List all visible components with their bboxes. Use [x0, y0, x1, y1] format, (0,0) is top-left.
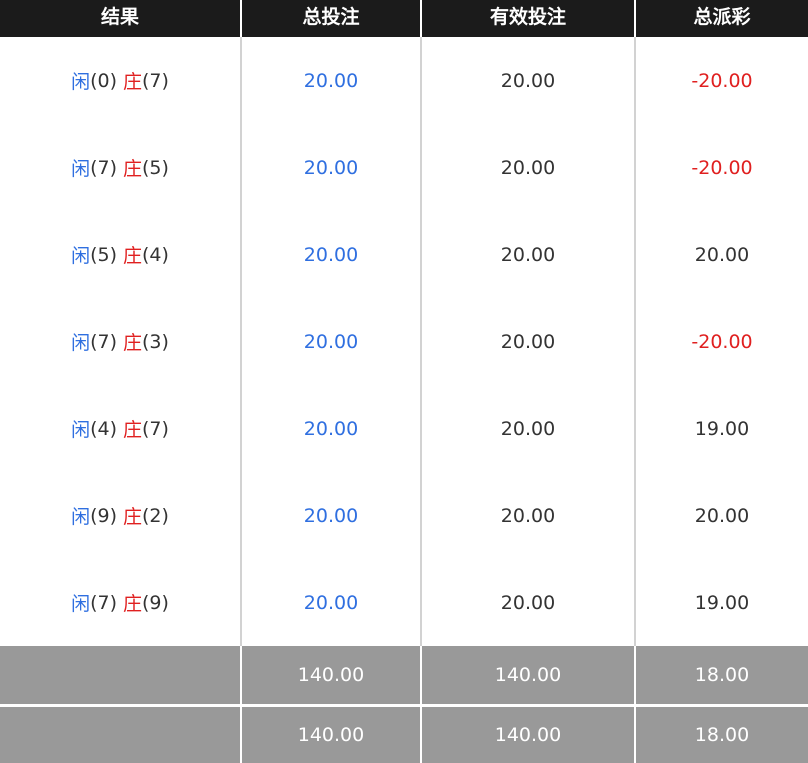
banker-label: 庄	[123, 593, 143, 615]
table-row: 闲 (7) 庄 (5) 20.00 20.00 -20.00	[0, 124, 808, 213]
banker-label: 庄	[123, 71, 143, 93]
total-bet-cell: 20.00	[242, 298, 422, 385]
player-label: 闲	[71, 506, 91, 528]
total-row: 140.00 140.00 18.00	[0, 707, 808, 763]
header-valid-bet: 有效投注	[422, 0, 636, 37]
player-label: 闲	[71, 245, 91, 267]
banker-label: 庄	[123, 506, 143, 528]
header-total-payout: 总派彩	[693, 6, 751, 28]
table-row: 闲 (7) 庄 (3) 20.00 20.00 -20.00	[0, 298, 808, 387]
subtotal-valid-bet: 140.00	[422, 646, 636, 704]
banker-score: (4)	[142, 243, 169, 266]
result-cell: 闲 (7) 庄 (5)	[0, 124, 242, 211]
player-label: 闲	[71, 332, 91, 354]
total-bet-cell: 20.00	[242, 385, 422, 472]
bet-results-table: 结果 总投注 有效投注 总派彩 闲 (0) 庄 (7) 20.00 20.00 -20…	[0, 0, 808, 763]
table-row: 闲 (7) 庄 (9) 20.00 20.00 19.00	[0, 559, 808, 646]
table-row: 闲 (9) 庄 (2) 20.00 20.00 20.00	[0, 472, 808, 561]
banker-score: (5)	[142, 156, 169, 179]
player-score: (4)	[90, 417, 117, 440]
payout-cell: 19.00	[694, 417, 750, 440]
total-bet-cell: 20.00	[242, 124, 422, 211]
valid-bet-cell: 20.00	[422, 472, 636, 559]
banker-label: 庄	[123, 419, 143, 441]
payout-cell: -20.00	[691, 330, 753, 353]
subtotal-row: 140.00 140.00 18.00	[0, 646, 808, 704]
total-bet-cell: 20.00	[242, 211, 422, 298]
header-total-bet: 总投注	[242, 0, 422, 37]
subtotal-payout: 18.00	[694, 664, 750, 686]
valid-bet-cell: 20.00	[422, 37, 636, 124]
banker-score: (7)	[142, 69, 169, 92]
payout-cell: 19.00	[694, 591, 750, 614]
result-cell: 闲 (4) 庄 (7)	[0, 385, 242, 472]
table-row: 闲 (4) 庄 (7) 20.00 20.00 19.00	[0, 385, 808, 474]
subtotal-label-cell	[0, 646, 242, 704]
banker-label: 庄	[123, 158, 143, 180]
payout-cell: -20.00	[691, 156, 753, 179]
total-bet-cell: 20.00	[242, 559, 422, 646]
player-score: (7)	[90, 330, 117, 353]
table-header-row: 结果 总投注 有效投注 总派彩	[0, 0, 808, 37]
valid-bet-cell: 20.00	[422, 211, 636, 298]
player-label: 闲	[71, 419, 91, 441]
result-cell: 闲 (7) 庄 (9)	[0, 559, 242, 646]
valid-bet-cell: 20.00	[422, 385, 636, 472]
table-row: 闲 (0) 庄 (7) 20.00 20.00 -20.00	[0, 37, 808, 126]
banker-label: 庄	[123, 332, 143, 354]
total-bet-cell: 20.00	[242, 472, 422, 559]
result-cell: 闲 (5) 庄 (4)	[0, 211, 242, 298]
player-score: (7)	[90, 156, 117, 179]
total-label-cell	[0, 707, 242, 763]
payout-cell: -20.00	[691, 69, 753, 92]
result-cell: 闲 (0) 庄 (7)	[0, 37, 242, 124]
banker-score: (7)	[142, 417, 169, 440]
player-score: (5)	[90, 243, 117, 266]
total-payout: 18.00	[694, 724, 750, 746]
valid-bet-cell: 20.00	[422, 559, 636, 646]
result-cell: 闲 (9) 庄 (2)	[0, 472, 242, 559]
payout-cell: 20.00	[694, 243, 750, 266]
subtotal-total-bet: 140.00	[242, 646, 422, 704]
valid-bet-cell: 20.00	[422, 298, 636, 385]
player-score: (0)	[90, 69, 117, 92]
header-result: 结果	[0, 0, 242, 37]
table-row: 闲 (5) 庄 (4) 20.00 20.00 20.00	[0, 211, 808, 300]
player-score: (9)	[90, 504, 117, 527]
total-valid-bet: 140.00	[422, 707, 636, 763]
banker-score: (3)	[142, 330, 169, 353]
total-total-bet: 140.00	[242, 707, 422, 763]
player-label: 闲	[71, 593, 91, 615]
result-cell: 闲 (7) 庄 (3)	[0, 298, 242, 385]
player-label: 闲	[71, 158, 91, 180]
valid-bet-cell: 20.00	[422, 124, 636, 211]
payout-cell: 20.00	[694, 504, 750, 527]
banker-score: (9)	[142, 591, 169, 614]
banker-score: (2)	[142, 504, 169, 527]
total-bet-cell: 20.00	[242, 37, 422, 124]
banker-label: 庄	[123, 245, 143, 267]
player-label: 闲	[71, 71, 91, 93]
player-score: (7)	[90, 591, 117, 614]
